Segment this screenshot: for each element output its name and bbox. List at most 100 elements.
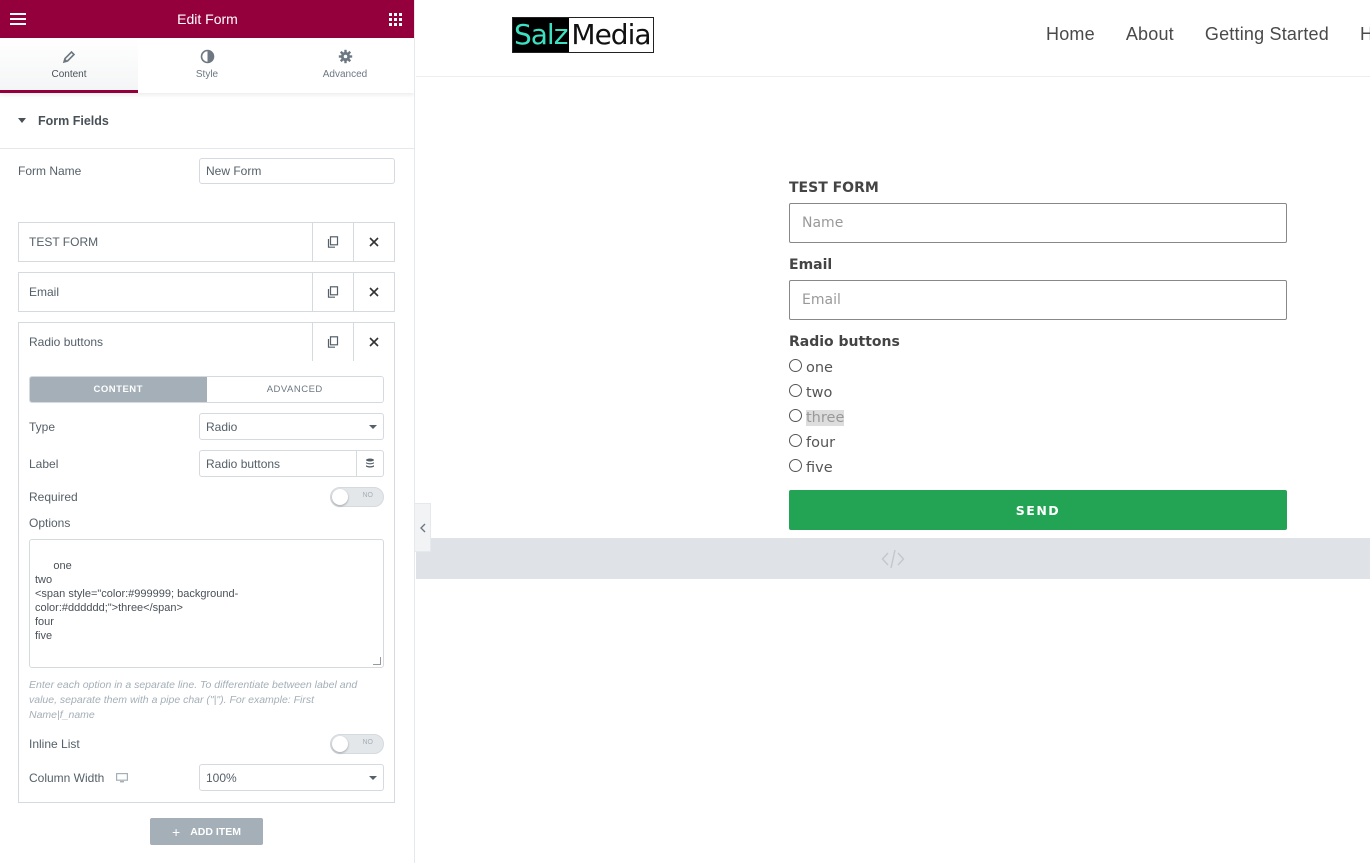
tab-advanced-label: Advanced: [322, 68, 368, 80]
contrast-icon: [200, 49, 215, 65]
add-item-button[interactable]: + ADD ITEM: [150, 818, 263, 845]
site-header: Salz Media Home About Getting Started H: [416, 0, 1370, 77]
tab-advanced[interactable]: Advanced: [276, 38, 414, 93]
name-placeholder: Name: [802, 215, 844, 231]
copy-icon: [327, 236, 339, 248]
toggle-knob: [332, 489, 348, 505]
name-input[interactable]: Name: [789, 203, 1287, 243]
radio-option-label: two: [806, 384, 833, 401]
radio-circle[interactable]: [789, 434, 802, 447]
code-icon: [881, 549, 905, 568]
form-name-label: Form Name: [18, 164, 82, 178]
main-nav: Home About Getting Started H: [1046, 24, 1370, 45]
dynamic-tags-button[interactable]: [356, 450, 384, 477]
duplicate-button[interactable]: [312, 323, 353, 361]
required-toggle[interactable]: NO: [330, 487, 384, 507]
column-width-label: Column Width: [29, 771, 129, 785]
nav-about[interactable]: About: [1126, 24, 1174, 45]
duplicate-button[interactable]: [312, 223, 353, 261]
plus-icon: +: [172, 823, 181, 840]
radio-circle[interactable]: [789, 384, 802, 397]
radio-option-five[interactable]: five: [789, 455, 1287, 480]
required-label: Required: [29, 490, 78, 504]
radio-option-label: one: [806, 359, 833, 376]
site-logo[interactable]: Salz Media: [512, 17, 654, 53]
caret-down-icon: [18, 118, 26, 123]
repeater-item-title[interactable]: TEST FORM: [19, 223, 312, 261]
site-preview: Salz Media Home About Getting Started H …: [416, 0, 1370, 863]
repeater-item-test-form: TEST FORM: [18, 222, 395, 262]
field-label-label: Label: [29, 457, 59, 471]
email-input[interactable]: Email: [789, 280, 1287, 320]
duplicate-button[interactable]: [312, 273, 353, 311]
column-width-text: Column Width: [29, 771, 105, 785]
field-label-value: Radio buttons: [206, 456, 281, 471]
nav-more[interactable]: H: [1360, 24, 1370, 45]
field-settings-tabs: CONTENT ADVANCED: [29, 376, 384, 403]
required-toggle-text: NO: [362, 492, 374, 499]
field-tab-advanced[interactable]: ADVANCED: [206, 377, 383, 402]
nav-getting-started[interactable]: Getting Started: [1205, 24, 1329, 45]
radio-option-one[interactable]: one: [789, 355, 1287, 380]
radio-circle[interactable]: [789, 459, 802, 472]
send-button[interactable]: SEND: [789, 490, 1287, 530]
tab-style[interactable]: Style: [138, 38, 276, 93]
radio-option-four[interactable]: four: [789, 430, 1287, 455]
radio-field-label: Radio buttons: [789, 334, 900, 350]
remove-button[interactable]: [353, 223, 394, 261]
database-icon: [366, 458, 374, 468]
radio-option-three[interactable]: three: [789, 405, 1287, 430]
radio-option-label: five: [806, 459, 833, 476]
remove-button[interactable]: [353, 323, 394, 361]
form-name-input[interactable]: New Form: [199, 158, 395, 184]
column-width-value: 100%: [206, 770, 237, 785]
options-label: Options: [29, 516, 71, 530]
copy-icon: [327, 336, 339, 348]
chevron-down-icon: [369, 776, 377, 780]
panel-header: Edit Form: [0, 0, 414, 38]
widgets-grid-icon[interactable]: [389, 12, 402, 26]
repeater-item-title[interactable]: Email: [19, 273, 312, 311]
chevron-left-icon: [419, 523, 425, 532]
column-width-select[interactable]: 100%: [199, 764, 384, 791]
close-icon: [369, 287, 379, 297]
tab-content-label: Content: [51, 68, 87, 80]
radio-group: one two three four five: [789, 355, 1287, 480]
close-icon: [369, 237, 379, 247]
resize-handle[interactable]: [373, 657, 381, 665]
nav-home[interactable]: Home: [1046, 24, 1095, 45]
field-tab-content[interactable]: CONTENT: [30, 377, 207, 402]
section-title: Form Fields: [38, 113, 109, 128]
repeater-item-settings: CONTENT ADVANCED Type Radio Label Radio …: [18, 361, 395, 803]
inline-list-toggle[interactable]: NO: [330, 734, 384, 754]
inline-list-toggle-text: NO: [362, 739, 374, 746]
test-form: TEST FORM Name Email Email Radio buttons…: [789, 180, 1287, 530]
menu-icon[interactable]: [10, 13, 26, 25]
field-label-input[interactable]: Radio buttons: [199, 450, 357, 477]
radio-option-label: three: [806, 409, 845, 426]
tab-style-label: Style: [195, 68, 219, 80]
panel-tabs: Content Style Advanced: [0, 38, 414, 93]
options-textarea[interactable]: one two <span style="color:#999999; back…: [29, 539, 384, 668]
toggle-knob: [332, 736, 348, 752]
gear-icon: [338, 49, 353, 65]
tab-content[interactable]: Content: [0, 38, 138, 93]
pencil-icon: [62, 49, 76, 65]
options-help-text: Enter each option in a separate line. To…: [29, 679, 358, 721]
repeater-item-email: Email: [18, 272, 395, 312]
radio-option-two[interactable]: two: [789, 380, 1287, 405]
desktop-icon[interactable]: [116, 773, 129, 783]
html-widget-placeholder[interactable]: [416, 538, 1370, 579]
radio-circle[interactable]: [789, 409, 802, 422]
type-select-value: Radio: [206, 419, 238, 434]
section-form-fields[interactable]: Form Fields: [0, 93, 414, 149]
collapse-panel-button[interactable]: [415, 503, 431, 552]
email-field-label: Email: [789, 257, 833, 273]
repeater-item-radio-buttons: Radio buttons: [18, 322, 395, 362]
repeater-item-title[interactable]: Radio buttons: [19, 323, 312, 361]
radio-circle[interactable]: [789, 359, 802, 372]
remove-button[interactable]: [353, 273, 394, 311]
add-item-label: ADD ITEM: [190, 825, 241, 838]
copy-icon: [327, 286, 339, 298]
type-select[interactable]: Radio: [199, 413, 384, 440]
